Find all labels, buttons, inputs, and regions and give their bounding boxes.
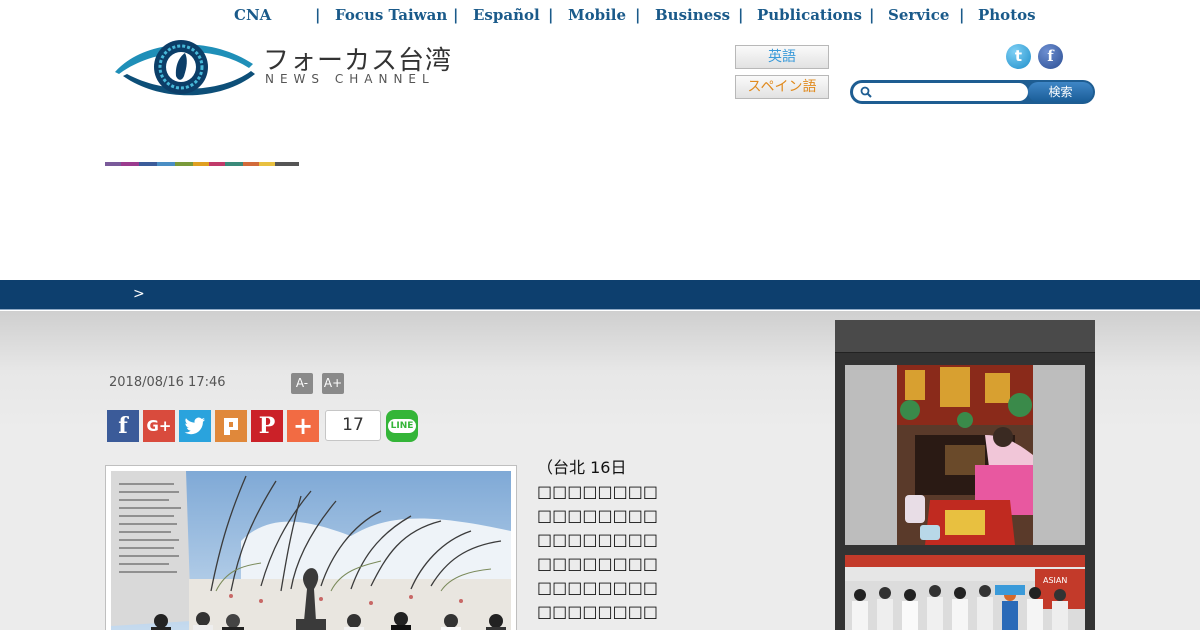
color-segment [275, 162, 299, 166]
article-line: （台北 16日 [537, 458, 627, 477]
nav-separator: | [738, 6, 744, 24]
color-segment [139, 162, 157, 166]
nav-link-espanol[interactable]: Español [473, 6, 540, 24]
plurk-share-icon[interactable] [215, 410, 247, 442]
nav-link-cna[interactable]: CNA [234, 6, 271, 24]
google-plus-share-icon[interactable]: G+ [143, 410, 175, 442]
twitter-icon[interactable]: t [1006, 44, 1031, 69]
breadcrumb-bar: > [0, 280, 1200, 310]
article-body: （台北 16日 □□□□□□□□ □□□□□□□□ □□□□□□□□ □□□□□… [537, 456, 658, 630]
search-button[interactable]: 検索 [1028, 82, 1093, 102]
sidebar-photo-thumbnail[interactable]: ASIAN [845, 555, 1085, 630]
article-line: □□□□□□□□ [537, 602, 658, 621]
color-segment [157, 162, 175, 166]
color-segment [105, 162, 121, 166]
nav-link-mobile[interactable]: Mobile [568, 6, 626, 24]
sidebar-photo-image: ASIAN [845, 555, 1085, 630]
color-segment [175, 162, 193, 166]
site-logo[interactable]: フォーカス台湾 NEWS CHANNEL [105, 32, 451, 102]
eye-logo-icon [115, 40, 255, 96]
spanish-language-button[interactable]: スペイン語 [735, 75, 829, 99]
color-segment [209, 162, 225, 166]
color-segment [259, 162, 275, 166]
nav-link-service[interactable]: Service [888, 6, 949, 24]
logo-text-english: NEWS CHANNEL [265, 72, 435, 86]
breadcrumb-separator: > [133, 286, 145, 302]
search-icon [860, 86, 872, 98]
color-segment [243, 162, 259, 166]
nav-separator: | [453, 6, 459, 24]
article-line: □□□□□□□□ [537, 554, 658, 573]
search-bar: 検索 [850, 80, 1095, 104]
sidebar-header [835, 320, 1095, 353]
nav-separator: | [959, 6, 965, 24]
article-line: □□□□□□□□ [537, 530, 658, 549]
article-line: □□□□□□□□ [537, 482, 658, 501]
pinterest-share-icon[interactable]: P [251, 410, 283, 442]
nav-link-photos[interactable]: Photos [978, 6, 1036, 24]
nav-separator: | [869, 6, 875, 24]
decorative-color-bar [105, 162, 299, 166]
sidebar-photo-image [845, 365, 1085, 545]
article-photo [105, 465, 517, 630]
sidebar-photo-thumbnail[interactable] [845, 365, 1085, 545]
article-photo-image [111, 471, 511, 630]
english-language-button[interactable]: 英語 [735, 45, 829, 69]
facebook-share-icon[interactable]: f [107, 410, 139, 442]
share-count: 17 [325, 410, 381, 441]
article-date: 2018/08/16 17:46 [109, 375, 226, 390]
article-line: □□□□□□□□ [537, 624, 658, 630]
photo-sidebar: ASIAN [835, 320, 1095, 630]
line-share-icon[interactable]: LINE [386, 410, 418, 442]
article-line: □□□□□□□□ [537, 506, 658, 525]
nav-link-business[interactable]: Business [655, 6, 730, 24]
article-line: □□□□□□□□ [537, 578, 658, 597]
color-segment [225, 162, 243, 166]
search-input[interactable] [853, 83, 1028, 101]
color-segment [121, 162, 139, 166]
nav-separator: | [635, 6, 641, 24]
twitter-share-icon[interactable] [179, 410, 211, 442]
color-segment [193, 162, 209, 166]
nav-link-focus-taiwan[interactable]: Focus Taiwan [335, 6, 447, 24]
nav-separator: | [548, 6, 554, 24]
nav-link-publications[interactable]: Publications [757, 6, 862, 24]
add-share-icon[interactable]: + [287, 410, 319, 442]
nav-separator: | [315, 6, 321, 24]
banner-text: ASIAN [1043, 576, 1067, 585]
facebook-icon[interactable]: f [1038, 44, 1063, 69]
font-smaller-button[interactable]: A- [291, 373, 313, 394]
font-larger-button[interactable]: A+ [322, 373, 344, 394]
top-nav: CNA | Focus Taiwan | Español | Mobile | … [0, 0, 1200, 30]
